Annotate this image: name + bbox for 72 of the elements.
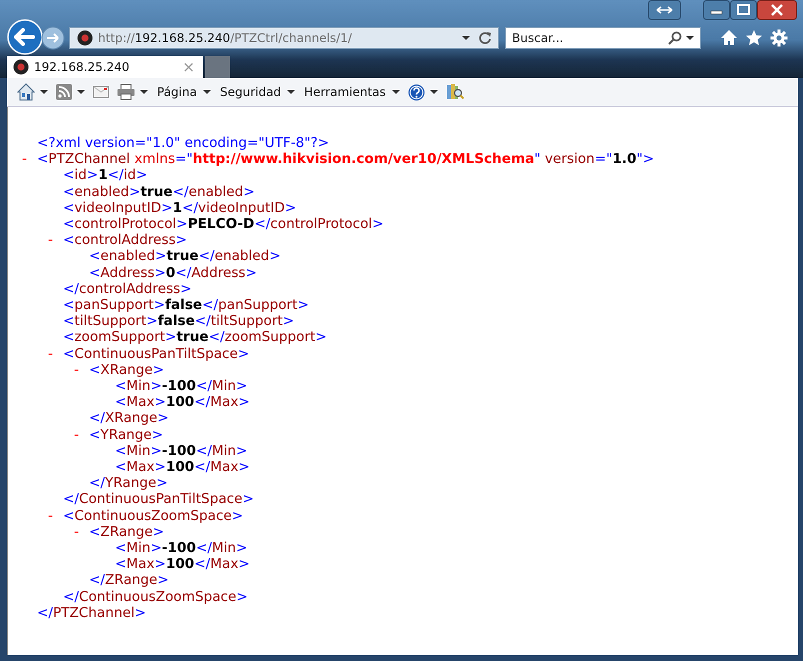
- tab-label[interactable]: 192.168.25.240: [34, 60, 178, 74]
- camera-icon[interactable]: [13, 59, 29, 75]
- address-bar[interactable]: http://192.168.25.240/PTZCtrl/channels/1/: [69, 26, 499, 48]
- house-icon[interactable]: [17, 83, 35, 101]
- caret-icon[interactable]: [77, 90, 85, 94]
- xml-element: <enabled>true</enabled>: [63, 184, 255, 200]
- xml-element: <panSupport>false</panSupport>: [63, 297, 309, 314]
- star-icon[interactable]: [745, 28, 763, 46]
- caret-icon[interactable]: [202, 90, 211, 94]
- caret-icon[interactable]: [686, 36, 694, 40]
- printer-icon[interactable]: [117, 84, 135, 100]
- menu-button[interactable]: Seguridad: [218, 83, 282, 101]
- menu-button[interactable]: Página: [156, 83, 198, 101]
- caret-icon[interactable]: [140, 90, 148, 94]
- feed-icon[interactable]: [56, 84, 72, 100]
- settings-icon[interactable]: [770, 28, 788, 46]
- xml-open-tag: <ContinuousZoomSpace>: [63, 508, 244, 524]
- xml-element: <Min>-100</Min>: [115, 540, 248, 556]
- tab-close-button[interactable]: ×: [182, 58, 195, 76]
- xml-element: <controlProtocol>PELCO-D</controlProtocol>: [63, 216, 384, 232]
- collapse-toggle[interactable]: -: [48, 346, 63, 362]
- caret-icon[interactable]: [392, 90, 400, 94]
- xml-declaration: <?xml version="1.0" encoding="UTF-8"?>: [37, 135, 330, 152]
- xml-element: <enabled>true</enabled>: [89, 248, 281, 265]
- url-text[interactable]: http://192.168.25.240/PTZCtrl/channels/1/: [98, 30, 352, 44]
- xml-close-tag: </ContinuousZoomSpace>: [63, 588, 248, 605]
- collapse-toggle[interactable]: -: [74, 426, 89, 443]
- xml-element: <Max>100</Max>: [115, 556, 250, 572]
- xml-open-tag: <ContinuousPanTiltSpace>: [63, 346, 250, 362]
- collapse-toggle[interactable]: -: [48, 508, 63, 524]
- xml-element: <videoInputID>1</videoInputID>: [63, 200, 296, 216]
- refresh-icon[interactable]: [478, 30, 492, 44]
- xml-open-tag: <XRange>: [89, 362, 164, 378]
- xml-element: <Min>-100</Min>: [115, 442, 248, 460]
- xml-element: <zoomSupport>true</zoomSupport>: [63, 329, 327, 346]
- xml-element: <tiltSupport>false</tiltSupport>: [63, 313, 294, 330]
- xml-close-tag: </ContinuousPanTiltSpace>: [63, 491, 254, 508]
- menu-button[interactable]: Herramientas: [303, 83, 387, 101]
- xml-element: <Min>-100</Min>: [115, 378, 248, 394]
- maximize-icon[interactable]: [730, 0, 757, 20]
- xml-element: <id>1</id>: [63, 167, 148, 184]
- xml-close-tag: </XRange>: [89, 410, 169, 427]
- xml-close-tag: </YRange>: [89, 475, 168, 492]
- search-icon[interactable]: [668, 30, 682, 44]
- xml-element: <Max>100</Max>: [115, 459, 250, 476]
- book-magnifier-icon[interactable]: [446, 83, 464, 101]
- xml-open-tag: <YRange>: [89, 426, 164, 443]
- camera-icon[interactable]: [77, 30, 93, 46]
- xml-element: <Address>0</Address>: [89, 264, 257, 281]
- help-icon[interactable]: [408, 84, 425, 100]
- home-icon[interactable]: [720, 28, 738, 46]
- collapse-toggle[interactable]: -: [48, 232, 63, 248]
- envelope-icon[interactable]: [93, 86, 109, 98]
- xml-open-tag: <controlAddress>: [63, 232, 188, 248]
- caret-icon[interactable]: [462, 36, 470, 40]
- collapse-toggle[interactable]: -: [74, 524, 89, 540]
- caret-icon[interactable]: [287, 90, 296, 94]
- xml-close-tag: </ZRange>: [89, 572, 169, 589]
- search-field[interactable]: Buscar...: [505, 26, 701, 48]
- collapse-toggle[interactable]: -: [22, 151, 37, 168]
- minimize-icon[interactable]: [703, 0, 730, 20]
- compatibility-view-icon[interactable]: [648, 0, 681, 20]
- close-icon[interactable]: [757, 0, 797, 20]
- xml-open-tag: <PTZChannel xmlns="http://www.hikvision.com/ver10/XMLSchema" version="1.0">: [37, 151, 654, 168]
- xml-close-tag: </PTZChannel>: [37, 604, 146, 622]
- browser-tab[interactable]: 192.168.25.240 ×: [7, 56, 203, 78]
- xml-open-tag: <ZRange>: [89, 524, 164, 540]
- xml-close-tag: </controlAddress>: [63, 280, 192, 298]
- caret-icon[interactable]: [40, 90, 48, 94]
- collapse-toggle[interactable]: -: [74, 362, 89, 378]
- caret-icon[interactable]: [430, 90, 438, 94]
- xml-element: <Max>100</Max>: [115, 394, 250, 410]
